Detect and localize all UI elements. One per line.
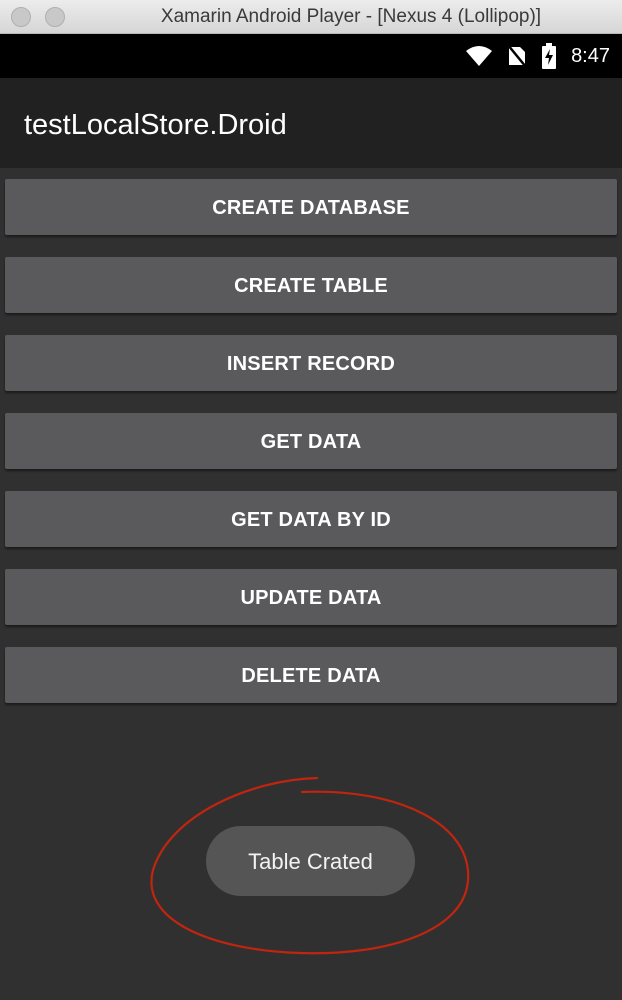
no-sim-icon (507, 44, 528, 68)
close-window-button[interactable] (11, 7, 31, 27)
create-database-button[interactable]: CREATE DATABASE (5, 179, 617, 235)
main-content: CREATE DATABASE CREATE TABLE INSERT RECO… (0, 168, 622, 1000)
get-data-by-id-button[interactable]: GET DATA BY ID (5, 491, 617, 547)
window-title: Xamarin Android Player - [Nexus 4 (Lolli… (160, 6, 542, 27)
toast-message: Table Crated (206, 826, 415, 896)
wifi-icon (465, 45, 493, 67)
get-data-button[interactable]: GET DATA (5, 413, 617, 469)
insert-record-button[interactable]: INSERT RECORD (5, 335, 617, 391)
update-data-button[interactable]: UPDATE DATA (5, 569, 617, 625)
app-title: testLocalStore.Droid (24, 109, 287, 141)
battery-charging-icon (541, 43, 557, 69)
status-clock: 8:47 (571, 44, 610, 67)
delete-data-button[interactable]: DELETE DATA (5, 647, 617, 703)
minimize-window-button[interactable] (45, 7, 65, 27)
android-status-bar: 8:47 (0, 34, 622, 78)
create-table-button[interactable]: CREATE TABLE (5, 257, 617, 313)
emulator-window: Xamarin Android Player - [Nexus 4 (Lolli… (0, 0, 622, 1000)
window-title-bar: Xamarin Android Player - [Nexus 4 (Lolli… (0, 0, 622, 34)
status-icons: 8:47 (465, 34, 610, 78)
app-action-bar: testLocalStore.Droid (0, 78, 622, 168)
